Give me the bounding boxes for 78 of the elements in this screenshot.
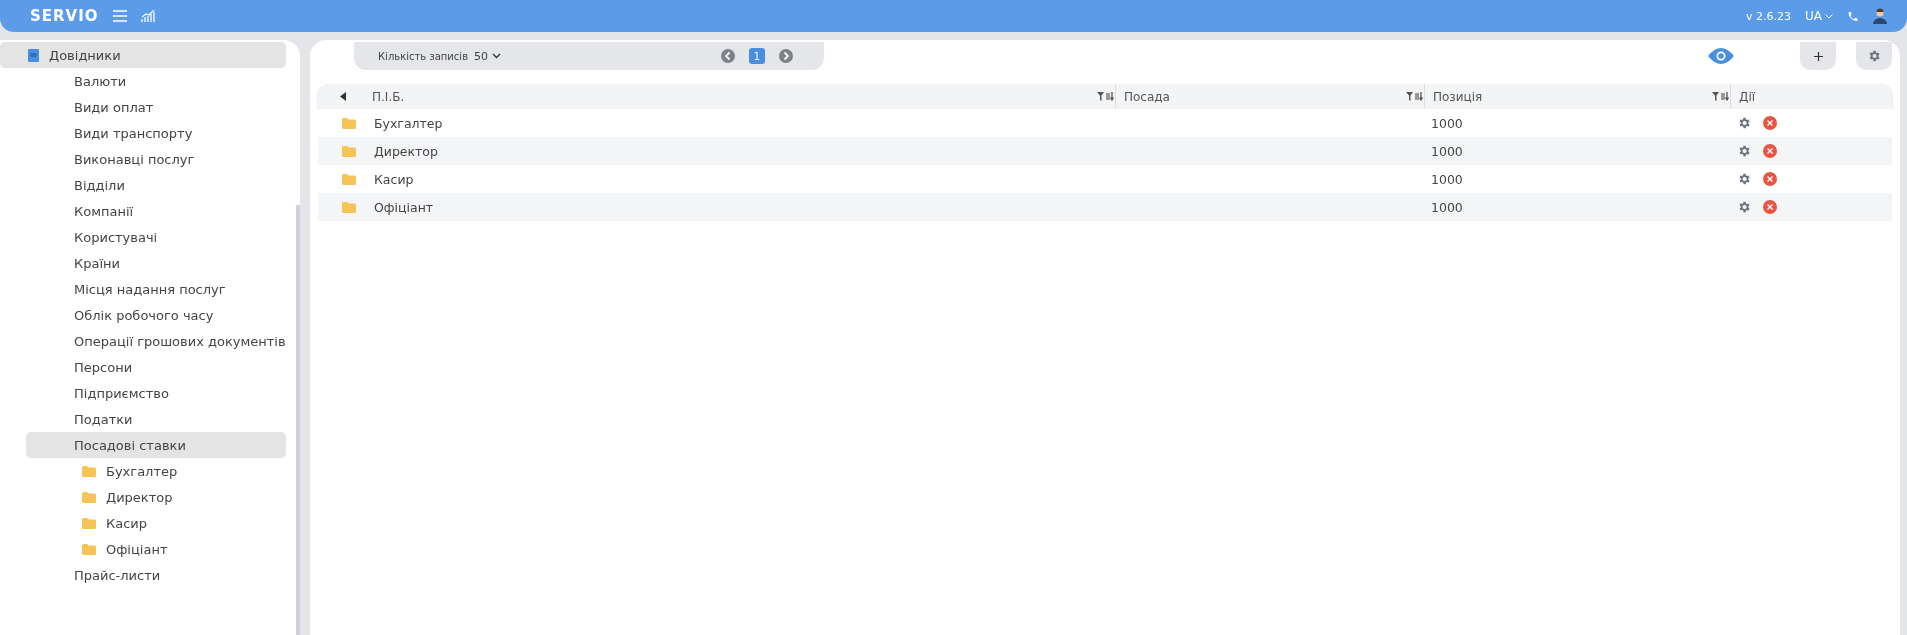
sidebar-item[interactable]: Види транспорту — [26, 120, 286, 146]
folder-icon — [342, 173, 356, 185]
table-cell: 1000 — [1431, 171, 1463, 187]
scrollbar[interactable] — [295, 205, 300, 635]
sidebar-item[interactable]: Компанії — [26, 198, 286, 224]
settings-button[interactable] — [1856, 42, 1892, 70]
filter-sort-icon[interactable] — [1097, 92, 1115, 101]
sidebar-item[interactable]: Виконавці послуг — [26, 146, 286, 172]
folder-icon — [342, 117, 356, 129]
folder-icon — [342, 145, 356, 157]
sidebar-item[interactable]: Операції грошових документів — [26, 328, 286, 354]
delete-icon — [1763, 144, 1777, 158]
table-cell: 1000 — [1431, 115, 1463, 131]
delete-button[interactable] — [1763, 116, 1777, 130]
version-label: v 2.6.23 — [1746, 9, 1791, 23]
sidebar-item[interactable]: Посадові ставки — [26, 432, 286, 458]
settings-icon — [1737, 172, 1751, 186]
delete-button[interactable] — [1763, 200, 1777, 214]
settings-icon-button[interactable] — [1737, 172, 1751, 186]
chevron-down-icon — [1825, 13, 1833, 19]
plus-icon — [1813, 51, 1823, 61]
sidebar-item[interactable]: Довідники — [0, 42, 286, 68]
previous-page-icon[interactable] — [721, 49, 736, 63]
folder-icon — [82, 491, 96, 503]
sidebar-item[interactable]: Прайс-листи — [26, 562, 286, 588]
eye-icon[interactable] — [1708, 48, 1734, 64]
delete-icon — [1763, 172, 1777, 186]
sidebar-item[interactable]: Валюти — [26, 68, 286, 94]
folder-icon — [82, 465, 96, 477]
table-cell: 1000 — [1431, 199, 1463, 215]
folder-icon — [82, 543, 96, 555]
sidebar-item[interactable]: Директор — [26, 484, 286, 510]
book-icon — [28, 48, 39, 62]
user-avatar-icon[interactable] — [1873, 8, 1887, 24]
delete-icon — [1763, 116, 1777, 130]
chart-icon[interactable] — [140, 10, 155, 22]
settings-icon — [1737, 116, 1751, 130]
settings-icon-button[interactable] — [1737, 200, 1751, 214]
settings-icon — [1737, 200, 1751, 214]
folder-icon — [82, 517, 96, 529]
chevron-down-icon — [492, 53, 502, 59]
filter-sort-icon[interactable] — [1406, 92, 1424, 101]
menu-icon[interactable] — [112, 10, 127, 22]
column-header[interactable]: Дії — [1739, 89, 1756, 104]
sidebar-item[interactable]: Користувачі — [26, 224, 286, 250]
folder-icon — [342, 201, 356, 213]
sidebar-item[interactable]: Місця надання послуг — [26, 276, 286, 302]
column-header[interactable]: П.І.Б. — [372, 89, 405, 104]
table-cell: Бухгалтер — [374, 115, 443, 131]
column-header[interactable]: Посада — [1124, 89, 1170, 104]
delete-button[interactable] — [1763, 172, 1777, 186]
delete-button[interactable] — [1763, 144, 1777, 158]
table-cell: 1000 — [1431, 143, 1463, 159]
sidebar-item[interactable]: Підприємство — [26, 380, 286, 406]
table-cell: Директор — [374, 143, 438, 159]
records-count-label: Кількість записів — [378, 50, 469, 62]
sidebar-item[interactable]: Країни — [26, 250, 286, 276]
sidebar-item[interactable]: Види оплат — [26, 94, 286, 120]
settings-icon — [1867, 49, 1881, 63]
settings-icon — [1737, 144, 1751, 158]
settings-icon-button[interactable] — [1737, 144, 1751, 158]
column-header[interactable]: Позиція — [1433, 89, 1483, 104]
table-cell: Касир — [374, 171, 414, 187]
filter-sort-icon[interactable] — [1712, 92, 1730, 101]
collapse-icon[interactable] — [340, 92, 346, 101]
sidebar-item[interactable]: Податки — [26, 406, 286, 432]
sidebar-item[interactable]: Персони — [26, 354, 286, 380]
delete-icon — [1763, 200, 1777, 214]
table-cell: Офіціант — [374, 199, 434, 215]
sidebar-item[interactable]: Облік робочого часу — [26, 302, 286, 328]
settings-icon-button[interactable] — [1737, 116, 1751, 130]
sidebar-item[interactable]: Відділи — [26, 172, 286, 198]
sidebar-item[interactable]: Офіціант — [26, 536, 286, 562]
phone-icon[interactable] — [1847, 9, 1859, 23]
next-page-icon[interactable] — [779, 49, 794, 63]
records-count-dropdown[interactable]: 50 — [474, 49, 502, 63]
sidebar-item[interactable]: Касир — [26, 510, 286, 536]
sidebar-item[interactable]: Бухгалтер — [26, 458, 286, 484]
